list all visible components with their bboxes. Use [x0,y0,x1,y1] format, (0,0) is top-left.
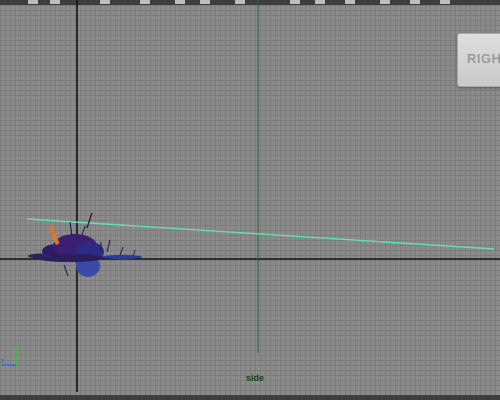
view-cube-label: RIGHT [467,51,500,66]
camera-name-label: side [246,373,265,383]
yz-axis-gizmo-icon: y z [1,345,17,366]
svg-text:z: z [1,358,5,365]
panel-bottom-bar [0,395,500,400]
view-cube-icon[interactable]: RIGHT [457,33,500,87]
svg-text:y: y [13,345,17,352]
viewport-panel[interactable]: y z RIGHT side [0,0,500,400]
scene-canvas[interactable]: y z [0,0,500,400]
